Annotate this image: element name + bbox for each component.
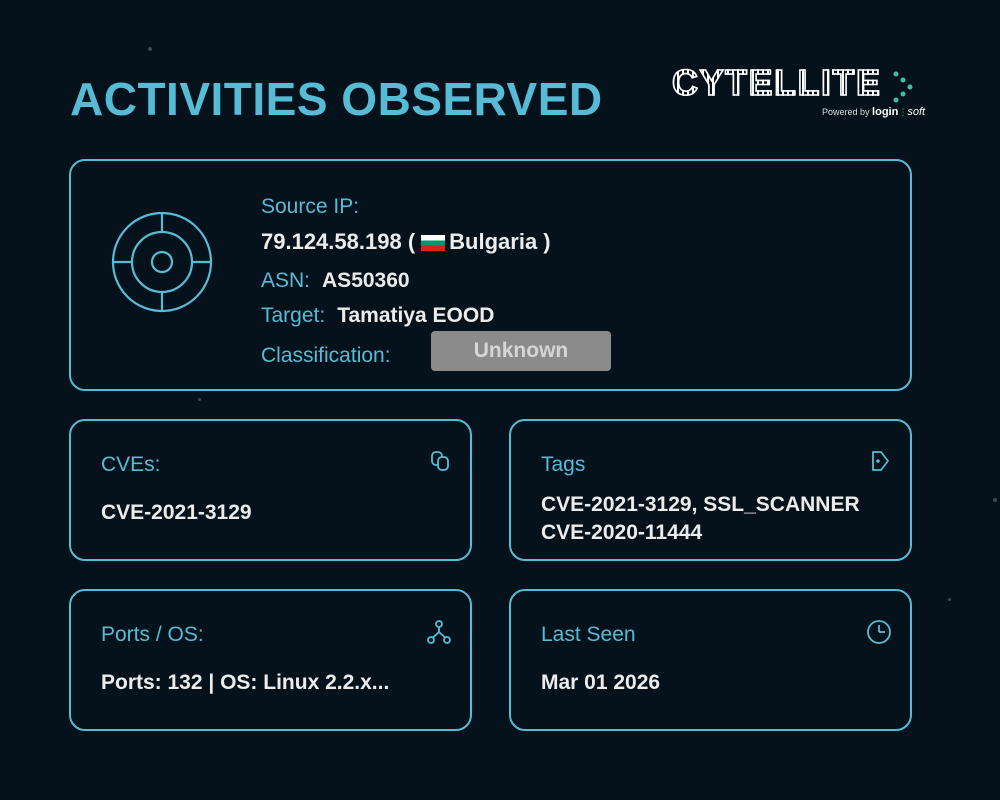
paren-open: ( <box>401 229 416 254</box>
cytellite-logo: CYTELLITE Powered by login⋮soft <box>671 61 926 122</box>
tag-icon[interactable] <box>868 449 892 473</box>
ports-os-value: Ports: 132 | OS: Linux 2.2.x... <box>101 671 390 694</box>
logo-wordmark: CYTELLITE <box>671 61 882 104</box>
cves-value: CVE-2021-3129 <box>101 501 252 524</box>
target-icon <box>111 211 213 313</box>
country-name: Bulgaria <box>449 229 538 254</box>
classification-label: Classification: <box>261 344 391 367</box>
cves-card: CVEs: CVE-2021-3129 <box>69 419 472 561</box>
tags-list: CVE-2021-3129, SSL_SCANNER CVE-2020-1144… <box>541 491 860 547</box>
source-ip-row: Source IP: <box>261 195 359 219</box>
clock-icon <box>867 620 891 644</box>
loginsoft-brand-a: login <box>872 106 899 118</box>
bulgaria-flag-icon <box>421 235 446 251</box>
page-title: ACTIVITIES OBSERVED <box>70 73 603 125</box>
tag-line: CVE-2020-11444 <box>541 521 703 544</box>
summary-card: Source IP: 79.124.58.198 ( Bulgaria ) ASN… <box>69 159 912 391</box>
asn-value: AS50360 <box>322 269 410 292</box>
tags-card: Tags CVE-2021-3129, SSL_SCANNER CVE-2020… <box>509 419 912 561</box>
last-seen-card: Last Seen Mar 01 2026 <box>509 589 912 731</box>
background-dot <box>993 498 997 502</box>
classification-badge: Unknown <box>431 331 611 371</box>
tags-label: Tags <box>541 453 586 476</box>
last-seen-value: Mar 01 2026 <box>541 671 661 694</box>
background-dot <box>948 598 951 601</box>
network-icon[interactable] <box>426 619 452 645</box>
logo-tagline: Powered by login⋮soft <box>822 106 926 118</box>
cves-label: CVEs: <box>101 453 161 476</box>
source-ip-label: Source IP: <box>261 195 360 218</box>
ports-os-label: Ports / OS: <box>101 623 204 646</box>
powered-by-text: Powered by <box>822 107 870 117</box>
classification-row: Classification: <box>261 344 391 368</box>
ip-row: 79.124.58.198 ( Bulgaria ) <box>261 229 551 255</box>
background-dot <box>148 47 152 51</box>
loginsoft-brand-b: soft <box>907 106 926 118</box>
background-dot <box>198 398 201 401</box>
ip-address: 79.124.58.198 <box>261 229 402 254</box>
tag-line: CVE-2021-3129, SSL_SCANNER <box>541 493 860 516</box>
ports-os-card: Ports / OS: Ports: 132 | OS: Linux 2.2.x… <box>69 589 472 731</box>
target-row: Target: Tamatiya EOOD <box>261 304 494 328</box>
logo-chevron-icon <box>893 71 913 103</box>
target-value: Tamatiya EOOD <box>337 304 495 327</box>
target-label: Target: <box>261 304 326 327</box>
paren-close: ) <box>537 229 551 254</box>
asn-row: ASN: AS50360 <box>261 269 410 293</box>
copy-icon[interactable] <box>428 449 452 473</box>
last-seen-label: Last Seen <box>541 623 636 646</box>
asn-label: ASN: <box>261 269 311 292</box>
